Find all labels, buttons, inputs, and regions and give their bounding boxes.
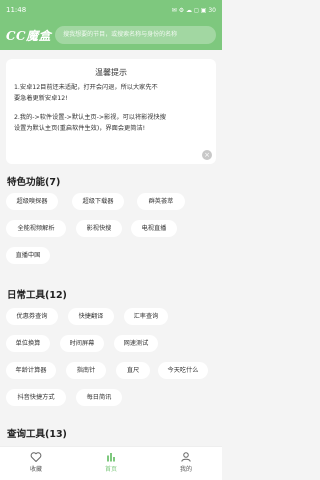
heart-icon	[30, 452, 42, 462]
chip-feature[interactable]: 超级嗅探器	[6, 193, 58, 210]
chip-daily[interactable]: 直尺	[116, 362, 150, 379]
app-bar: CC魔盒 搜我想要的节目，或搜索名称与身份的名称	[6, 25, 216, 45]
chip-daily[interactable]: 快捷翻译	[68, 308, 114, 325]
notice-line-4: 设置为默认主页(重启软件生效)，界面会更简洁!	[14, 125, 146, 132]
app-header: 11:48 ✉ ⚙ ☁ ◻ ▣ 30 CC魔盒 搜我想要的节目，或搜索名称与身份…	[0, 0, 222, 50]
chip-feature[interactable]: 电视直播	[131, 220, 177, 237]
chip-feature[interactable]: 影视快搜	[76, 220, 122, 237]
section-title-query: 查询工具(13)	[7, 429, 67, 440]
nav-label: 首页	[104, 466, 117, 473]
notice-line-2: 要急着更新安卓12!	[14, 95, 68, 102]
nav-label: 收藏	[29, 466, 42, 473]
chip-daily[interactable]: 抖音快捷方式	[6, 389, 66, 406]
close-icon[interactable]: ×	[202, 150, 212, 160]
status-icons: ✉ ⚙ ☁ ◻ ▣ 30	[171, 6, 216, 14]
notice-card: 温馨提示 1.安卓12目前还未适配，打开会闪退，所以大家先不 要急着更新安卓12…	[6, 59, 216, 164]
chip-feature[interactable]: 超级下载器	[72, 193, 124, 210]
home-icon	[107, 453, 115, 462]
chip-feature[interactable]: 群英荟萃	[137, 193, 185, 210]
search-input[interactable]: 搜我想要的节目，或搜索名称与身份的名称	[55, 26, 216, 44]
nav-item-profile[interactable]: 我的	[156, 449, 216, 479]
bottom-nav: 收藏 首页 我的	[0, 446, 222, 480]
chip-feature[interactable]: 全能视频解析	[6, 220, 66, 237]
chip-daily[interactable]: 网速测试	[114, 335, 158, 352]
section-title-features: 特色功能(7)	[7, 177, 61, 188]
chip-daily[interactable]: 今天吃什么	[158, 362, 208, 379]
chip-daily[interactable]: 优惠券查询	[6, 308, 58, 325]
nav-item-favorites[interactable]: 收藏	[6, 449, 66, 479]
app-logo: CC魔盒	[6, 28, 52, 43]
nav-label: 我的	[179, 466, 192, 473]
notice-line-3: 2.我的->软件设置->默认主页->影视，可以将影视快搜	[14, 114, 166, 121]
nav-item-home[interactable]: 首页	[81, 449, 141, 479]
status-time: 11:48	[6, 6, 27, 14]
person-icon	[181, 452, 191, 462]
chip-feature[interactable]: 直播中国	[6, 247, 50, 264]
status-bar: 11:48 ✉ ⚙ ☁ ◻ ▣ 30	[0, 0, 222, 20]
section-title-daily: 日常工具(12)	[7, 290, 67, 301]
chip-daily[interactable]: 指南针	[66, 362, 106, 379]
chip-daily[interactable]: 单位换算	[6, 335, 50, 352]
chip-daily[interactable]: 汇率查询	[124, 308, 168, 325]
notice-line-1: 1.安卓12目前还未适配，打开会闪退，所以大家先不	[14, 84, 158, 91]
chip-daily[interactable]: 每日简讯	[76, 389, 122, 406]
chip-daily[interactable]: 年龄计算器	[6, 362, 56, 379]
notice-title: 温馨提示	[95, 68, 127, 77]
chip-daily[interactable]: 时间屏幕	[60, 335, 104, 352]
